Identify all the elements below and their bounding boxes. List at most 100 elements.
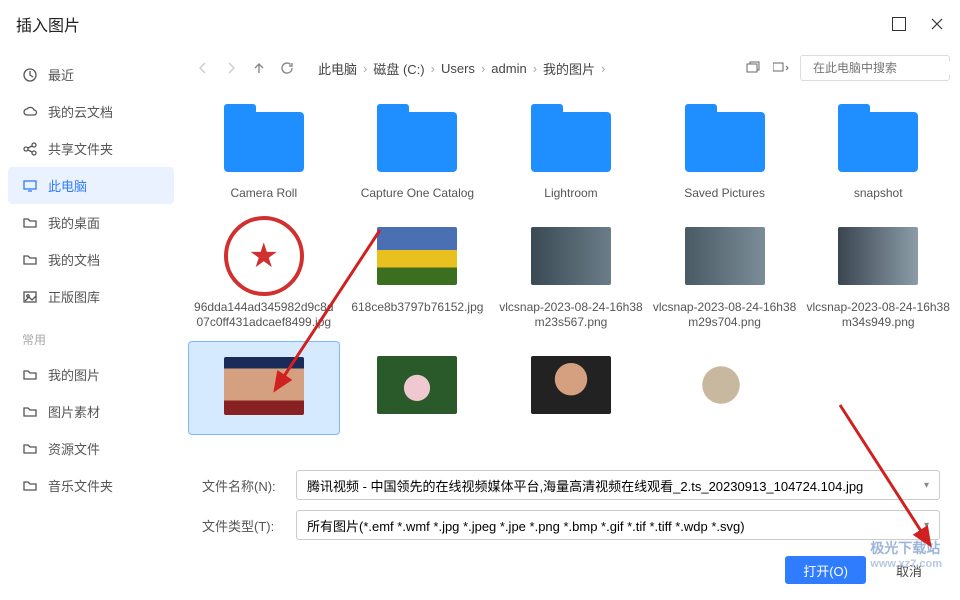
sidebar-item[interactable]: 图片素材: [8, 393, 174, 430]
folder-item[interactable]: Lightroom: [495, 98, 647, 206]
sidebar-item-label: 我的云文档: [48, 102, 113, 121]
file-grid: Camera Roll Capture One CatalogLightroom S…: [182, 88, 960, 460]
sidebar-item-icon: [22, 252, 38, 268]
new-window-icon: [746, 61, 760, 75]
folder-icon: [838, 112, 918, 172]
close-button[interactable]: [930, 17, 944, 31]
breadcrumb-segment[interactable]: 此电脑: [314, 59, 361, 78]
open-button[interactable]: 打开(O): [785, 556, 866, 584]
sidebar-item[interactable]: 音乐文件夹: [8, 467, 174, 504]
image-item[interactable]: 96dda144ad345982d9c8d07c0ff431adcaef8499…: [188, 212, 340, 335]
new-window-button[interactable]: [744, 59, 762, 77]
image-item[interactable]: vlcsnap-2023-08-24-16h38m34s949.png: [802, 212, 954, 335]
image-item[interactable]: [495, 341, 647, 435]
search-input[interactable]: [813, 61, 960, 75]
image-item[interactable]: [342, 341, 494, 435]
image-item[interactable]: vlcsnap-2023-08-24-16h38m23s567.png: [495, 212, 647, 335]
clock-icon: [22, 67, 38, 83]
image-item[interactable]: 618ce8b3797b76152.jpg: [342, 212, 494, 335]
folder-item[interactable]: snapshot: [802, 98, 954, 206]
image-thumbnail: [377, 356, 457, 414]
sidebar-item[interactable]: 我的云文档: [8, 93, 174, 130]
folder-icon: [531, 112, 611, 172]
sidebar-item-icon: [22, 404, 38, 420]
sidebar-item[interactable]: 此电脑: [8, 167, 174, 204]
filetype-value: 所有图片(*.emf *.wmf *.jpg *.jpeg *.jpe *.pn…: [307, 516, 745, 535]
sidebar-item-icon: [22, 289, 38, 305]
refresh-button[interactable]: [276, 57, 298, 79]
sidebar-item-label: 共享文件夹: [48, 139, 113, 158]
arrow-right-icon: [224, 61, 238, 75]
image-item[interactable]: [188, 341, 340, 435]
thumbnail: [517, 345, 625, 425]
breadcrumb: 此电脑›磁盘 (C:)›Users›admin›我的图片›: [304, 59, 738, 78]
file-name: Saved Pictures: [684, 186, 765, 202]
window-controls: [892, 17, 944, 31]
breadcrumb-segment[interactable]: 磁盘 (C:): [369, 59, 428, 78]
thumbnail: [824, 216, 932, 296]
folder-item[interactable]: Saved Pictures: [649, 98, 801, 206]
chevron-right-icon: ›: [599, 61, 607, 76]
image-item[interactable]: vlcsnap-2023-08-24-16h38m29s704.png: [649, 212, 801, 335]
titlebar: 插入图片: [0, 0, 960, 48]
sidebar-item-icon: [22, 104, 38, 120]
sidebar-item-label: 音乐文件夹: [48, 476, 113, 495]
sidebar-item-label: 最近: [48, 65, 74, 84]
image-thumbnail: [224, 357, 304, 415]
sidebar-item-label: 此电脑: [48, 176, 87, 195]
sidebar-item[interactable]: 最近: [8, 56, 174, 93]
cancel-button[interactable]: 取消: [878, 556, 940, 584]
thumbnail: [363, 102, 471, 182]
image-item[interactable]: [649, 341, 801, 435]
breadcrumb-segment[interactable]: admin: [487, 61, 530, 76]
image-icon: [22, 289, 38, 305]
thumbnail: [671, 102, 779, 182]
thumbnail: [210, 216, 318, 296]
view-mode-button[interactable]: [772, 59, 790, 77]
search-box[interactable]: [800, 55, 950, 81]
filetype-combobox[interactable]: 所有图片(*.emf *.wmf *.jpg *.jpeg *.jpe *.pn…: [296, 510, 940, 540]
back-button[interactable]: [192, 57, 214, 79]
breadcrumb-segment[interactable]: Users: [437, 61, 479, 76]
folder-icon: [22, 404, 38, 420]
filename-row: 文件名称(N): 腾讯视频 - 中国领先的在线视频媒体平台,海量高清视频在线观看…: [202, 470, 940, 500]
image-thumbnail: [377, 227, 457, 285]
filename-label: 文件名称(N):: [202, 476, 284, 495]
sidebar-item[interactable]: 共享文件夹: [8, 130, 174, 167]
thumbnail: [210, 346, 318, 426]
thumbnail: [824, 102, 932, 182]
folder-icon: [22, 441, 38, 457]
chevron-down-icon: ▾: [924, 520, 929, 531]
file-name: Camera Roll: [230, 186, 297, 202]
folder-item[interactable]: Capture One Catalog: [342, 98, 494, 206]
view-icon: [773, 61, 789, 75]
breadcrumb-segment[interactable]: 我的图片: [539, 59, 599, 78]
folder-icon: [377, 112, 457, 172]
file-name: vlcsnap-2023-08-24-16h38m29s704.png: [653, 300, 797, 331]
sidebar-item[interactable]: 我的桌面: [8, 204, 174, 241]
forward-button[interactable]: [220, 57, 242, 79]
sidebar-item[interactable]: 我的图片: [8, 356, 174, 393]
maximize-button[interactable]: [892, 17, 906, 31]
bottom-panel: 文件名称(N): 腾讯视频 - 中国领先的在线视频媒体平台,海量高清视频在线观看…: [182, 460, 960, 600]
sidebar-item-label: 资源文件: [48, 439, 100, 458]
sidebar-item-label: 我的文档: [48, 250, 100, 269]
sidebar-item-icon: [22, 67, 38, 83]
refresh-icon: [280, 61, 294, 75]
thumbnail: [210, 102, 318, 182]
folder-item[interactable]: Camera Roll: [188, 98, 340, 206]
sidebar-item[interactable]: 我的文档: [8, 241, 174, 278]
image-thumbnail: [685, 227, 765, 285]
thumbnail: [517, 102, 625, 182]
thumbnail: [671, 216, 779, 296]
folder-icon: [22, 215, 38, 231]
file-name: vlcsnap-2023-08-24-16h38m23s567.png: [499, 300, 643, 331]
sidebar-item[interactable]: 正版图库: [8, 278, 174, 315]
filename-combobox[interactable]: 腾讯视频 - 中国领先的在线视频媒体平台,海量高清视频在线观看_2.ts_202…: [296, 470, 940, 500]
filetype-row: 文件类型(T): 所有图片(*.emf *.wmf *.jpg *.jpeg *…: [202, 510, 940, 540]
up-button[interactable]: [248, 57, 270, 79]
sidebar-item[interactable]: 资源文件: [8, 430, 174, 467]
sidebar-item-label: 图片素材: [48, 402, 100, 421]
sidebar-item-icon: [22, 367, 38, 383]
sidebar-item-icon: [22, 141, 38, 157]
